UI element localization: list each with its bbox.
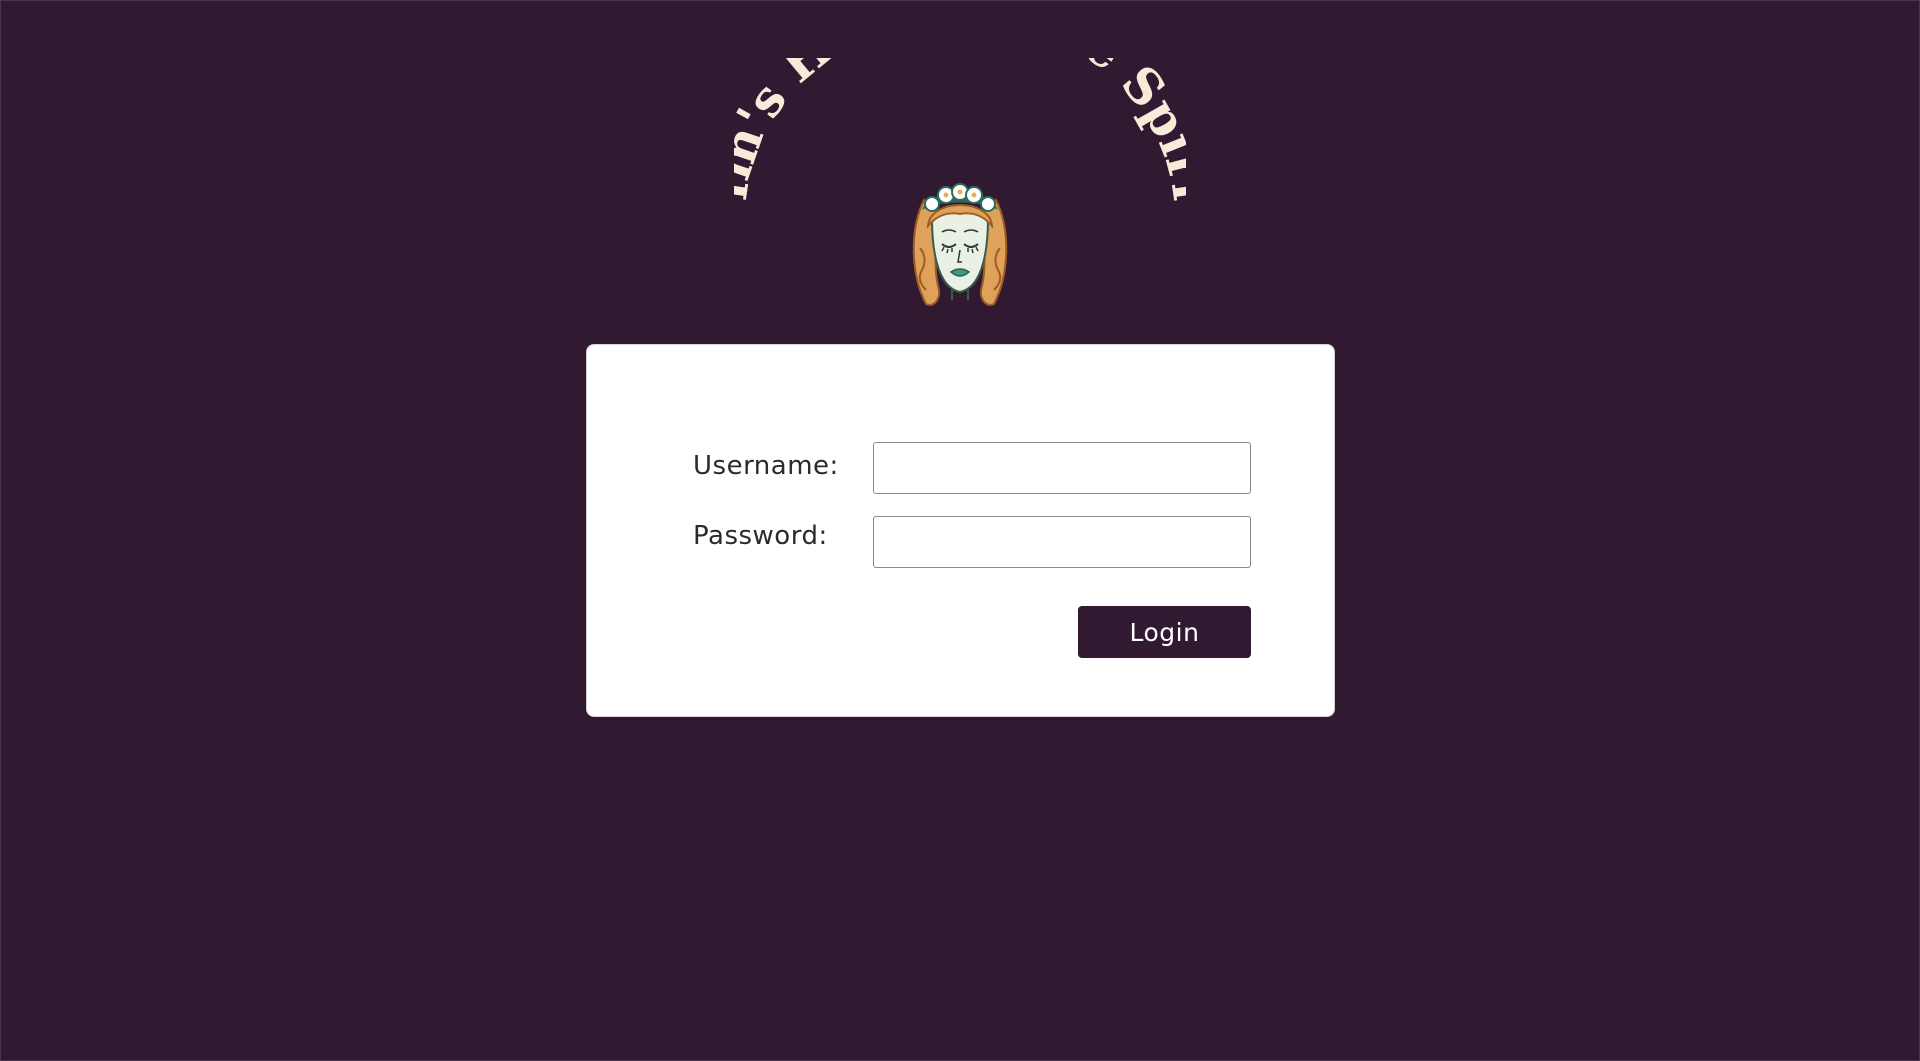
login-card: Username: Password: Login (586, 344, 1335, 717)
password-input[interactable] (873, 516, 1251, 568)
password-label: Password: (693, 521, 828, 551)
login-button[interactable]: Login (1078, 606, 1251, 658)
logo-title: Jim's Healing The Spirit (734, 58, 1186, 204)
username-input[interactable] (873, 442, 1251, 494)
site-logo: Jim's Healing The Spirit (734, 58, 1186, 314)
username-label: Username: (693, 451, 839, 481)
woman-face-flower-crown-icon (912, 183, 1008, 306)
